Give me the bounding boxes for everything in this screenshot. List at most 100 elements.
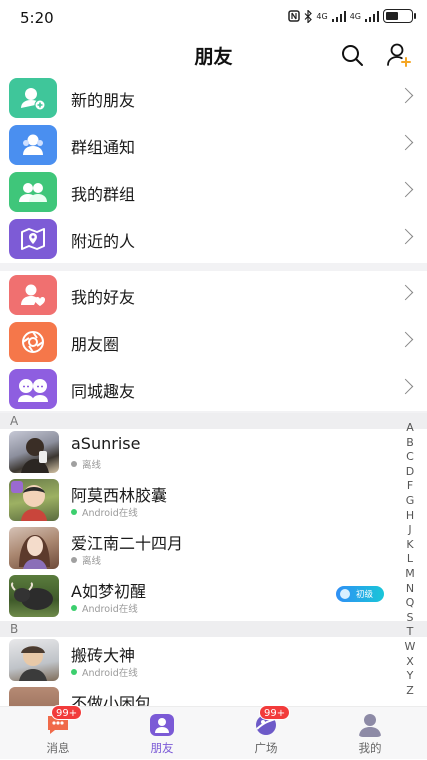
same-city-icon bbox=[9, 369, 57, 409]
chevron-right-icon bbox=[397, 181, 414, 198]
tab-label: 我的 bbox=[358, 741, 382, 755]
offline-dot bbox=[71, 461, 77, 467]
index-letter[interactable]: B bbox=[406, 436, 414, 451]
index-letter[interactable]: J bbox=[408, 523, 411, 538]
contact-name: A如梦初醒 bbox=[71, 582, 146, 601]
avatar bbox=[9, 479, 59, 521]
section-header-a: A bbox=[0, 413, 427, 429]
nearby-icon bbox=[9, 219, 57, 259]
tab-me[interactable]: 我的 bbox=[317, 707, 423, 760]
status-icons: 4G 4G bbox=[288, 9, 416, 23]
online-dot bbox=[71, 509, 77, 515]
signal-2-icon bbox=[365, 10, 379, 22]
index-letter[interactable]: M bbox=[405, 567, 415, 582]
chevron-right-icon bbox=[397, 87, 414, 104]
chevron-right-icon bbox=[397, 284, 414, 301]
tab-messages[interactable]: 99+ 消息 bbox=[5, 705, 111, 760]
level-badge: 初级 bbox=[336, 586, 384, 602]
index-letter[interactable]: X bbox=[406, 655, 414, 670]
contact-status: 离线 bbox=[71, 457, 101, 471]
profile-icon bbox=[359, 714, 381, 737]
menu-nearby[interactable]: 附近的人 bbox=[0, 216, 427, 263]
index-letter[interactable]: H bbox=[406, 509, 414, 524]
level-badge-icon bbox=[340, 589, 350, 599]
status-text: 离线 bbox=[82, 460, 102, 471]
contact-name: 搬砖大神 bbox=[71, 646, 136, 665]
menu-new-friends[interactable]: 新的朋友 bbox=[0, 75, 427, 122]
avatar bbox=[9, 527, 59, 569]
add-friend-icon[interactable] bbox=[386, 42, 412, 68]
menu-my-groups[interactable]: 我的群组 bbox=[0, 169, 427, 216]
menu-moments[interactable]: 朋友圈 bbox=[0, 319, 427, 366]
nfc-icon bbox=[288, 10, 301, 22]
status-text: 离线 bbox=[82, 556, 102, 567]
index-letter[interactable]: Y bbox=[407, 669, 414, 684]
index-letter[interactable]: N bbox=[406, 582, 414, 597]
avatar bbox=[9, 639, 59, 681]
menu-my-friends[interactable]: 我的好友 bbox=[0, 272, 427, 319]
menu-label: 同城趣友 bbox=[71, 382, 136, 401]
tab-label: 消息 bbox=[46, 741, 70, 755]
menu-label: 朋友圈 bbox=[71, 335, 120, 354]
status-time: 5:20 bbox=[20, 9, 54, 27]
index-letter[interactable]: T bbox=[407, 625, 414, 640]
contact-item[interactable]: 搬砖大神 Android在线 bbox=[0, 637, 400, 685]
index-letter[interactable]: L bbox=[407, 552, 413, 567]
contact-name: 爱江南二十四月 bbox=[71, 534, 184, 553]
tab-square[interactable]: 99+ 广场 bbox=[213, 705, 319, 760]
menu-label: 我的群组 bbox=[71, 185, 136, 204]
contact-status: 离线 bbox=[71, 553, 101, 567]
chevron-right-icon bbox=[397, 134, 414, 151]
moments-icon bbox=[9, 322, 57, 362]
index-letter[interactable]: F bbox=[407, 479, 413, 494]
index-letter[interactable]: K bbox=[406, 538, 413, 553]
tab-friends[interactable]: 朋友 bbox=[109, 707, 215, 760]
avatar bbox=[9, 431, 59, 473]
index-letter[interactable]: C bbox=[406, 450, 414, 465]
index-letter[interactable]: Z bbox=[406, 684, 414, 699]
bluetooth-icon bbox=[304, 9, 313, 23]
search-icon[interactable] bbox=[340, 43, 364, 67]
contact-name: 不做小困包 bbox=[71, 694, 152, 706]
battery-icon bbox=[383, 9, 416, 23]
index-letter[interactable]: G bbox=[406, 494, 415, 509]
status-text: Android在线 bbox=[82, 668, 138, 679]
index-letter[interactable]: D bbox=[406, 465, 414, 480]
contact-status: Android在线 bbox=[71, 601, 138, 615]
status-text: Android在线 bbox=[82, 508, 138, 519]
contact-name: 阿莫西林胶囊 bbox=[71, 486, 168, 505]
nav-bar: 朋友 bbox=[0, 36, 427, 74]
contact-item[interactable]: A如梦初醒 Android在线 初级 bbox=[0, 573, 400, 621]
avatar bbox=[9, 687, 59, 706]
contact-item[interactable]: aSunrise 离线 bbox=[0, 429, 400, 477]
index-letter[interactable]: Q bbox=[406, 596, 415, 611]
online-dot bbox=[71, 669, 77, 675]
contact-item[interactable]: 不做小困包 bbox=[0, 685, 400, 706]
menu-group-notice[interactable]: 群组通知 bbox=[0, 122, 427, 169]
signal-label-1: 4G bbox=[316, 11, 328, 21]
contact-status: Android在线 bbox=[71, 505, 138, 519]
unread-badge: 99+ bbox=[259, 705, 291, 720]
chevron-right-icon bbox=[397, 228, 414, 245]
status-bar: 5:20 4G 4G bbox=[0, 0, 427, 36]
chevron-right-icon bbox=[397, 331, 414, 348]
my-groups-icon bbox=[9, 172, 57, 212]
menu-label: 群组通知 bbox=[71, 138, 136, 157]
new-friend-icon bbox=[9, 78, 57, 118]
index-letter[interactable]: S bbox=[407, 611, 414, 626]
alphabet-index-bar[interactable]: ABCDFGHJKLMNQSTWXYZ bbox=[400, 421, 420, 698]
avatar bbox=[9, 575, 59, 617]
level-badge-text: 初级 bbox=[356, 590, 374, 600]
menu-label: 新的朋友 bbox=[71, 91, 136, 110]
my-friends-icon bbox=[9, 275, 57, 315]
group-notice-icon bbox=[9, 125, 57, 165]
unread-badge: 99+ bbox=[51, 705, 83, 720]
group-divider bbox=[0, 263, 427, 271]
index-letter[interactable]: W bbox=[405, 640, 416, 655]
status-text: Android在线 bbox=[82, 604, 138, 615]
menu-same-city[interactable]: 同城趣友 bbox=[0, 366, 427, 413]
index-letter[interactable]: A bbox=[406, 421, 414, 436]
friends-icon bbox=[150, 714, 174, 736]
contact-item[interactable]: 爱江南二十四月 离线 bbox=[0, 525, 400, 573]
contact-item[interactable]: 阿莫西林胶囊 Android在线 bbox=[0, 477, 400, 525]
